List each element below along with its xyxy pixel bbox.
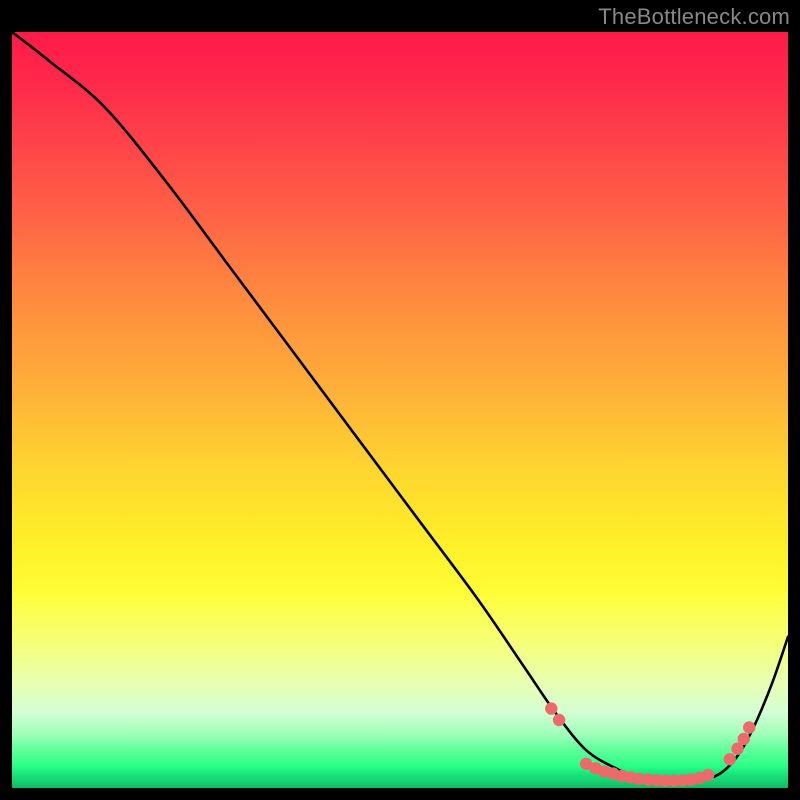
data-marker: [553, 714, 565, 726]
bottleneck-curve-line: [12, 32, 788, 781]
marker-group: [545, 702, 755, 787]
data-marker: [545, 702, 557, 714]
data-marker: [702, 769, 714, 781]
data-marker: [738, 733, 750, 745]
chart-svg: [12, 32, 788, 788]
data-marker: [743, 721, 755, 733]
attribution-text: TheBottleneck.com: [598, 4, 790, 30]
data-marker: [724, 753, 736, 765]
gradient-plot-area: [12, 32, 788, 788]
